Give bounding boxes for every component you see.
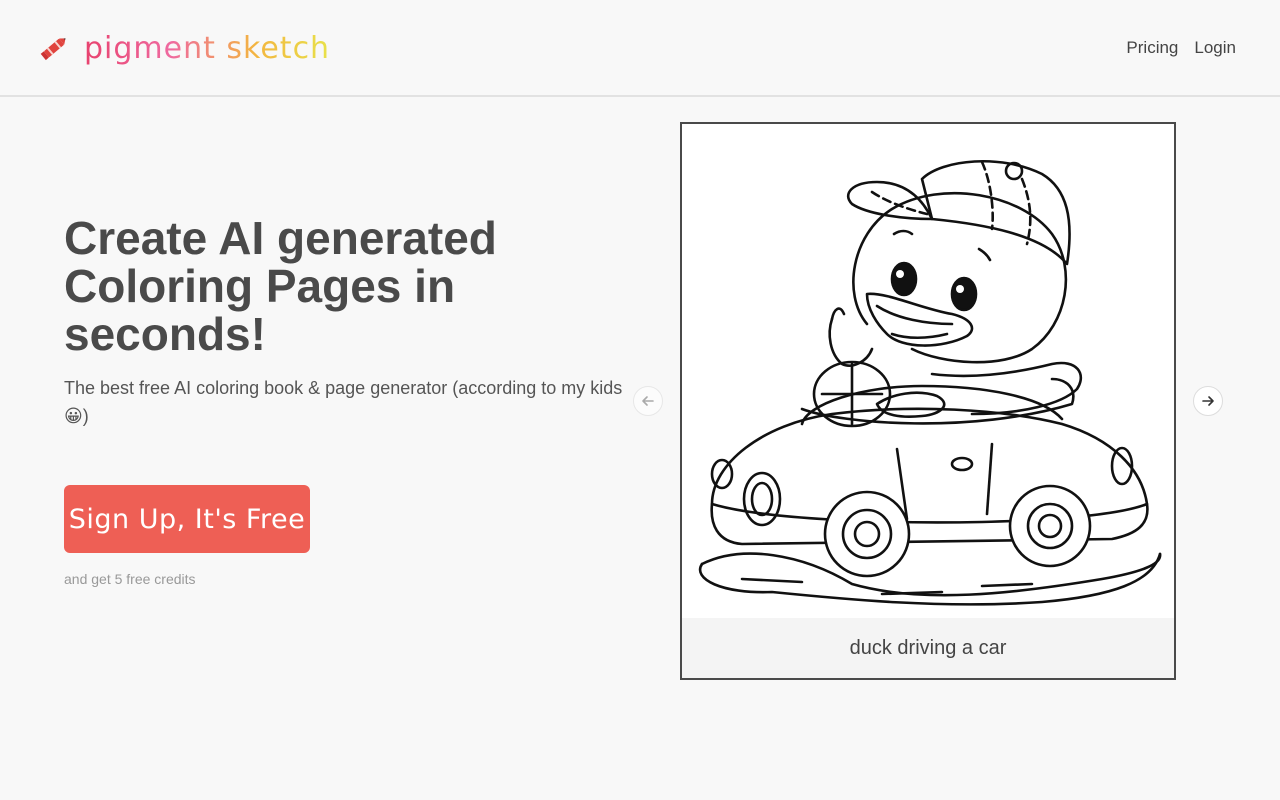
hero-subtitle: The best free AI coloring book & page ge…: [64, 374, 634, 430]
nav-login-link[interactable]: Login: [1194, 38, 1236, 58]
cta-note: and get 5 free credits: [64, 571, 196, 587]
grinning-face-icon: 😀: [64, 406, 83, 426]
carousel-next-button[interactable]: [1193, 386, 1223, 416]
coloring-page-card[interactable]: duck driving a car: [680, 122, 1176, 680]
hero-subtitle-end: ): [82, 406, 89, 426]
arrow-right-icon: [1202, 396, 1214, 406]
logo[interactable]: pigment sketch: [38, 30, 330, 66]
hero-title: Create AI generated Coloring Pages in se…: [64, 212, 497, 360]
arrow-left-icon: [642, 396, 654, 406]
hero-subtitle-text: The best free AI coloring book & page ge…: [64, 378, 623, 398]
signup-button[interactable]: Sign Up, It's Free: [64, 485, 310, 553]
site-header: pigment sketch Pricing Login: [0, 0, 1280, 97]
top-nav: Pricing Login: [1126, 38, 1236, 58]
coloring-page-caption: duck driving a car: [682, 618, 1174, 678]
nav-pricing-link[interactable]: Pricing: [1126, 38, 1178, 58]
carousel-prev-button[interactable]: [633, 386, 663, 416]
coloring-page-image: [698, 159, 1162, 606]
logo-text: pigment sketch: [84, 30, 331, 66]
crayon-icon: [40, 38, 66, 61]
